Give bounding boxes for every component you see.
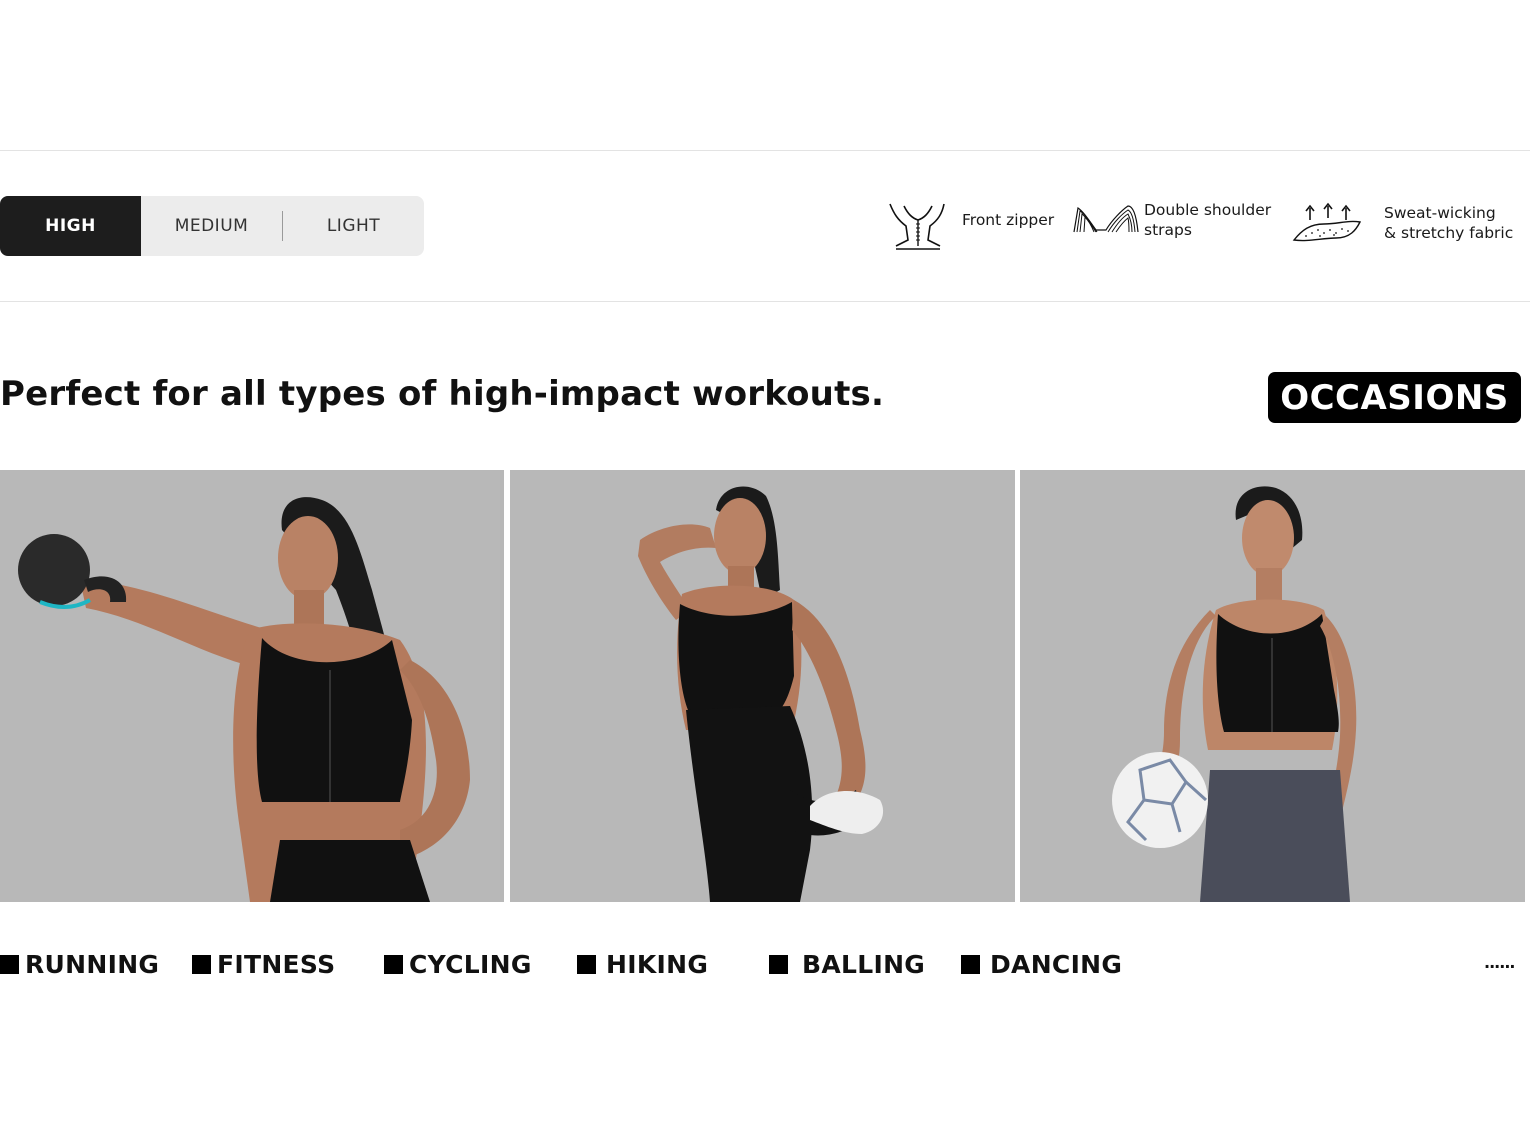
- feature-line-2: straps: [1144, 221, 1192, 239]
- feature-double-shoulder-straps: Double shoulder straps: [1072, 200, 1271, 240]
- bullet-square-icon: [0, 955, 19, 974]
- activity-balling: BALLING: [769, 950, 925, 979]
- bullet-square-icon: [769, 955, 788, 974]
- activity-cycling: CYCLING: [384, 950, 532, 979]
- kettlebell-workout-photo: [0, 470, 504, 902]
- activity-label: HIKING: [606, 950, 709, 979]
- soccer-ball-photo: [1020, 470, 1525, 902]
- activity-label: DANCING: [990, 950, 1123, 979]
- more-indicator: ......: [1484, 953, 1515, 972]
- activity-label: CYCLING: [409, 950, 532, 979]
- occasions-badge: OCCASIONS: [1268, 372, 1521, 423]
- section-headline: Perfect for all types of high-impact wor…: [0, 374, 885, 414]
- bullet-square-icon: [577, 955, 596, 974]
- activity-label: RUNNING: [25, 950, 160, 979]
- activity-label: FITNESS: [217, 950, 336, 979]
- bullet-square-icon: [384, 955, 403, 974]
- feature-line-2: & stretchy fabric: [1384, 224, 1514, 242]
- activity-running: RUNNING: [0, 950, 159, 979]
- support-level-light-tab[interactable]: LIGHT: [283, 196, 424, 256]
- bullet-square-icon: [961, 955, 980, 974]
- feature-label: Front zipper: [962, 210, 1054, 230]
- activity-dancing: DANCING: [961, 950, 1122, 979]
- top-divider: [0, 150, 1530, 151]
- sweat-wicking-icon: [1292, 202, 1362, 242]
- bullet-square-icon: [192, 955, 211, 974]
- feature-front-zipper: Front zipper: [886, 200, 1054, 252]
- feature-label: Sweat-wicking & stretchy fabric: [1384, 203, 1513, 243]
- feature-label: Double shoulder straps: [1144, 200, 1271, 240]
- feature-line-1: Front zipper: [962, 211, 1055, 229]
- bottom-divider: [0, 301, 1530, 302]
- feature-sweat-wicking: Sweat-wicking & stretchy fabric: [1290, 200, 1513, 246]
- stretching-photo: [510, 470, 1015, 902]
- support-level-selector: HIGH MEDIUM LIGHT: [0, 196, 424, 256]
- activity-label: BALLING: [802, 950, 926, 979]
- support-level-high-tab[interactable]: HIGH: [0, 196, 141, 256]
- activity-fitness: FITNESS: [192, 950, 335, 979]
- activity-hiking: HIKING: [577, 950, 708, 979]
- zipper-icon: [889, 203, 945, 250]
- feature-line-1: Sweat-wicking: [1384, 204, 1496, 222]
- feature-line-1: Double shoulder: [1144, 201, 1272, 219]
- support-level-medium-tab[interactable]: MEDIUM: [141, 196, 282, 256]
- shoulder-straps-icon: [1073, 205, 1139, 233]
